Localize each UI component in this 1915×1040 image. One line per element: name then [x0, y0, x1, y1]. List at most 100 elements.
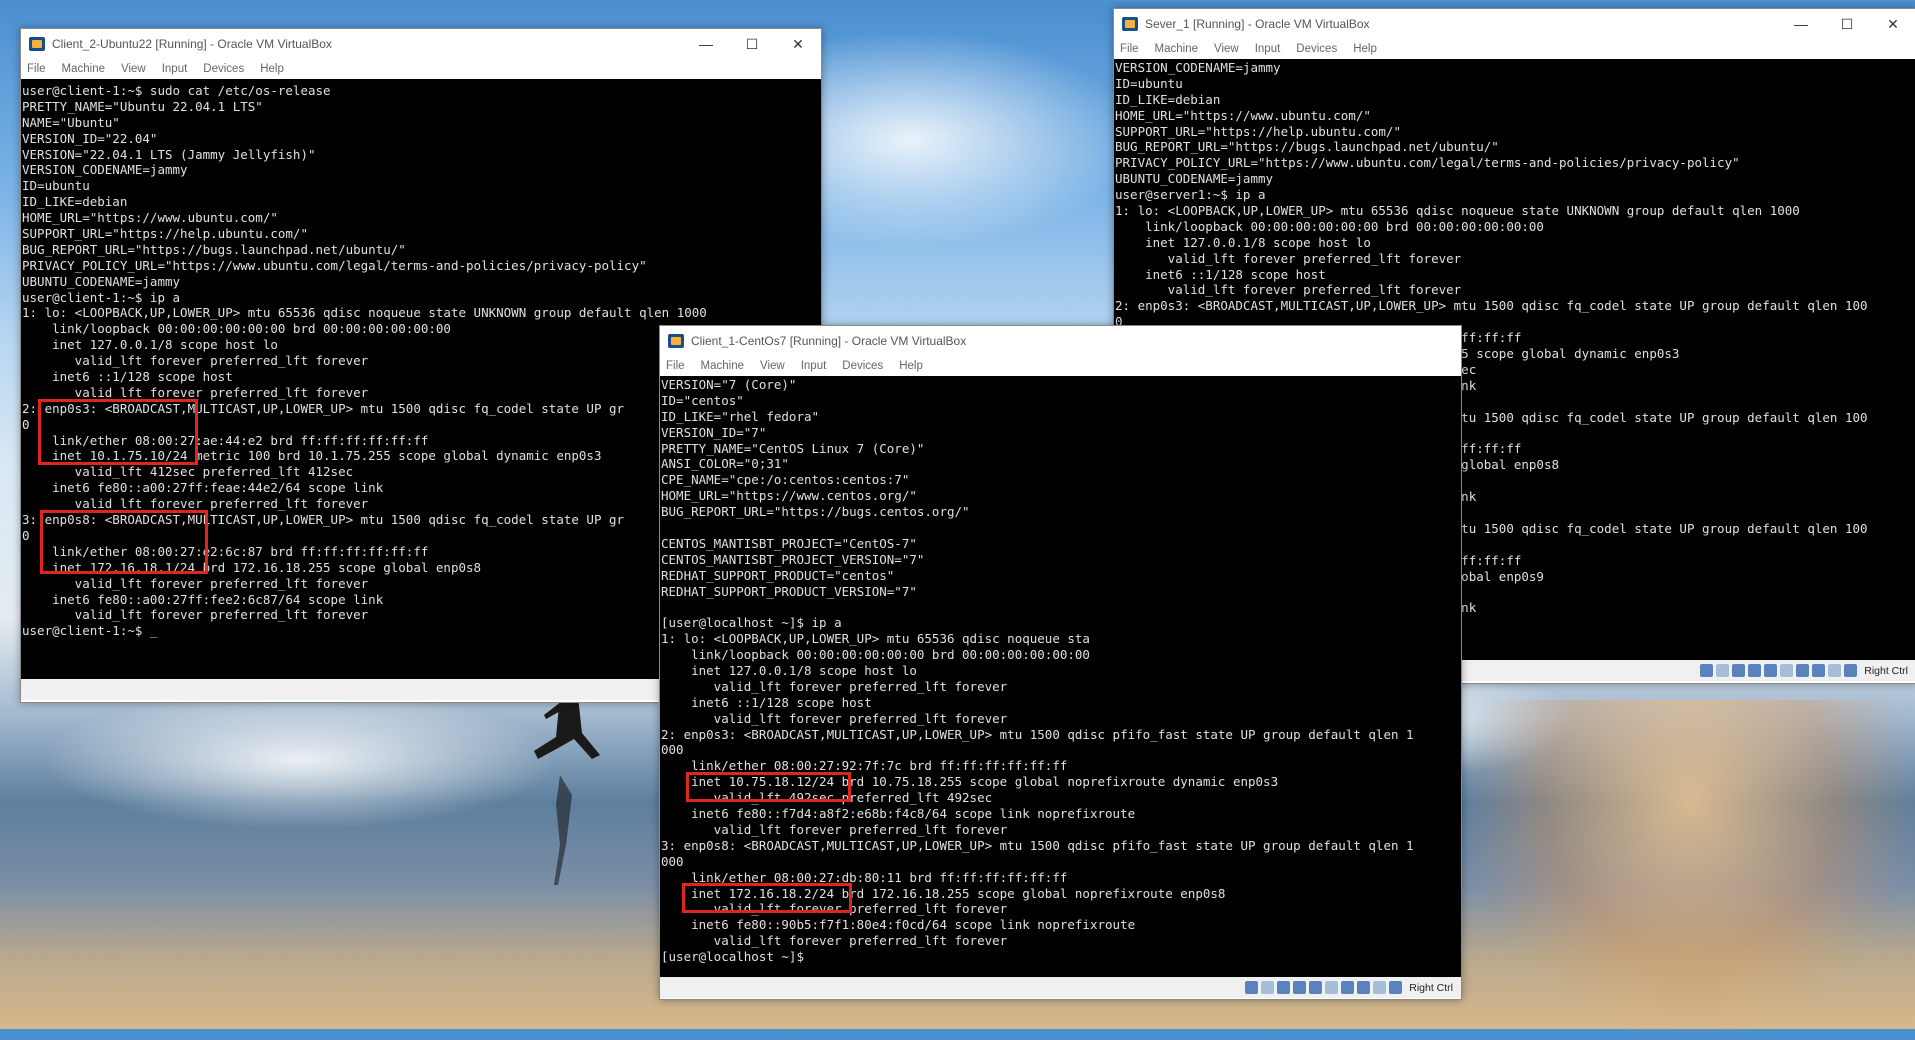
terminal-line: BUG_REPORT_URL="https://bugs.launchpad.n…	[22, 241, 406, 257]
window-title: Sever_1 [Running] - Oracle VM VirtualBox	[1145, 17, 1370, 31]
minimize-button[interactable]: —	[1778, 9, 1824, 39]
menu-help[interactable]: Help	[899, 360, 923, 372]
terminal-line: ANSI_COLOR="0;31"	[661, 456, 789, 472]
terminal-line: PRETTY_NAME="CentOS Linux 7 (Core)"	[661, 440, 925, 456]
terminal-line: HOME_URL="https://www.ubuntu.com/"	[1115, 107, 1371, 123]
terminal-line: user@client-1:~$ ip a	[22, 289, 181, 305]
terminal-line: VERSION_ID="22.04"	[22, 130, 158, 146]
terminal-line: ID_LIKE=debian	[1115, 91, 1221, 107]
keyboard-capture-icon[interactable]	[1389, 981, 1403, 994]
maximize-button[interactable]: ☐	[729, 29, 775, 59]
terminal-line: ID=ubuntu	[22, 178, 90, 194]
terminal-line: 1: lo: <LOOPBACK,UP,LOWER_UP> mtu 65536 …	[22, 305, 707, 321]
menu-view[interactable]: View	[1214, 43, 1239, 55]
terminal-line: ID_LIKE=debian	[22, 194, 128, 210]
menu-file[interactable]: File	[27, 63, 46, 75]
menu-machine[interactable]: Machine	[1155, 43, 1198, 55]
terminal-line: VERSION="22.04.1 LTS (Jammy Jellyfish)"	[22, 146, 316, 162]
menubar: File Machine View Input Devices Help	[21, 59, 821, 79]
audio-icon[interactable]	[1277, 981, 1291, 994]
menu-input[interactable]: Input	[162, 63, 188, 75]
terminal-line: VERSION_ID="7"	[661, 424, 767, 440]
host-key-label: Right Ctrl	[1409, 981, 1453, 994]
window-title: Client_1-CentOs7 [Running] - Oracle VM V…	[691, 334, 967, 348]
terminal-line: valid_lft forever preferred_lft forever	[661, 933, 1008, 949]
shared-folder-icon[interactable]	[1325, 981, 1339, 994]
terminal-line: NAME="Ubuntu"	[22, 114, 120, 130]
terminal-line: PRIVACY_POLICY_URL="https://www.ubuntu.c…	[22, 257, 647, 273]
display-icon[interactable]	[1341, 981, 1355, 994]
terminal-line: [user@localhost ~]$ ip a	[661, 615, 842, 631]
shared-folder-icon[interactable]	[1780, 664, 1794, 677]
terminal-line: inet6 fe80::90b5:f7f1:80e4:f0cd/64 scope…	[661, 917, 1136, 933]
recording-icon[interactable]	[1357, 981, 1371, 994]
terminal-line: 1: lo: <LOOPBACK,UP,LOWER_UP> mtu 65536 …	[1115, 203, 1800, 219]
maximize-button[interactable]: ☐	[1824, 9, 1870, 39]
terminal-line: 000	[661, 853, 684, 869]
cpu-icon[interactable]	[1828, 664, 1842, 677]
terminal-line: inet6 fe80::f7d4:a8f2:e68b:f4c8/64 scope…	[661, 806, 1136, 822]
menubar: File Machine View Input Devices Help	[1114, 39, 1915, 59]
terminal-line: valid_lft forever preferred_lft forever	[1115, 250, 1462, 266]
close-button[interactable]: ✕	[775, 29, 821, 59]
recording-icon[interactable]	[1812, 664, 1826, 677]
keyboard-capture-icon[interactable]	[1844, 664, 1858, 677]
menu-view[interactable]: View	[760, 360, 785, 372]
menu-devices[interactable]: Devices	[203, 63, 244, 75]
display-icon[interactable]	[1796, 664, 1810, 677]
menu-devices[interactable]: Devices	[842, 360, 883, 372]
terminal-line: CPE_NAME="cpe:/o:centos:centos:7"	[661, 472, 910, 488]
network-icon[interactable]	[1293, 981, 1307, 994]
minimize-button[interactable]: —	[683, 29, 729, 59]
highlight-box	[682, 883, 852, 913]
titlebar[interactable]: Client_2-Ubuntu22 [Running] - Oracle VM …	[21, 29, 821, 59]
client1-centos-window[interactable]: Client_1-CentOs7 [Running] - Oracle VM V…	[659, 325, 1462, 1000]
usb-icon[interactable]	[1309, 981, 1323, 994]
optical-drive-icon[interactable]	[1716, 664, 1730, 677]
titlebar[interactable]: Client_1-CentOs7 [Running] - Oracle VM V…	[660, 326, 1461, 356]
highlight-box	[40, 510, 208, 574]
terminal-line: valid_lft forever preferred_lft forever	[661, 678, 1008, 694]
menu-input[interactable]: Input	[801, 360, 827, 372]
titlebar[interactable]: Sever_1 [Running] - Oracle VM VirtualBox…	[1114, 9, 1915, 39]
terminal-line: BUG_REPORT_URL="https://bugs.launchpad.n…	[1115, 139, 1499, 155]
close-button[interactable]: ✕	[1870, 9, 1915, 39]
menu-machine[interactable]: Machine	[701, 360, 744, 372]
terminal-line: 2: enp0s3: <BROADCAST,MULTICAST,UP,LOWER…	[661, 726, 1414, 742]
terminal-line: [user@localhost ~]$	[661, 949, 804, 965]
terminal-line: user@client-1:~$ sudo cat /etc/os-releas…	[22, 83, 331, 98]
terminal-line: ID=ubuntu	[1115, 75, 1183, 91]
terminal-line: inet 127.0.0.1/8 scope host lo	[661, 663, 917, 679]
terminal-line: CENTOS_MANTISBT_PROJECT_VERSION="7"	[661, 551, 925, 567]
menu-view[interactable]: View	[121, 63, 146, 75]
audio-icon[interactable]	[1732, 664, 1746, 677]
menu-file[interactable]: File	[666, 360, 685, 372]
menu-help[interactable]: Help	[1353, 43, 1377, 55]
network-icon[interactable]	[1748, 664, 1762, 677]
window-title: Client_2-Ubuntu22 [Running] - Oracle VM …	[52, 37, 332, 51]
menu-help[interactable]: Help	[260, 63, 284, 75]
menu-input[interactable]: Input	[1255, 43, 1281, 55]
terminal-line: 000	[661, 742, 684, 758]
terminal-line: link/loopback 00:00:00:00:00:00 brd 00:0…	[1115, 218, 1544, 234]
terminal-line: valid_lft forever preferred_lft forever	[661, 710, 1008, 726]
terminal-line: REDHAT_SUPPORT_PRODUCT="centos"	[661, 567, 895, 583]
menu-file[interactable]: File	[1120, 43, 1139, 55]
terminal-line: user@server1:~$ ip a	[1115, 187, 1266, 203]
usb-icon[interactable]	[1764, 664, 1778, 677]
cloud	[40, 690, 560, 830]
menu-machine[interactable]: Machine	[62, 63, 105, 75]
optical-drive-icon[interactable]	[1261, 981, 1275, 994]
harddisk-icon[interactable]	[1700, 664, 1714, 677]
terminal-line: valid_lft forever preferred_lft forever	[1115, 282, 1462, 298]
terminal-line: inet 127.0.0.1/8 scope host lo	[1115, 234, 1371, 250]
harddisk-icon[interactable]	[1245, 981, 1259, 994]
virtualbox-icon	[29, 37, 45, 51]
menu-devices[interactable]: Devices	[1296, 43, 1337, 55]
terminal-console[interactable]: VERSION="7 (Core)" ID="centos" ID_LIKE="rh…	[660, 376, 1461, 977]
cpu-icon[interactable]	[1373, 981, 1387, 994]
terminal-line: VERSION_CODENAME=jammy	[1115, 60, 1281, 75]
terminal-line: valid_lft forever preferred_lft forever	[661, 821, 1008, 837]
